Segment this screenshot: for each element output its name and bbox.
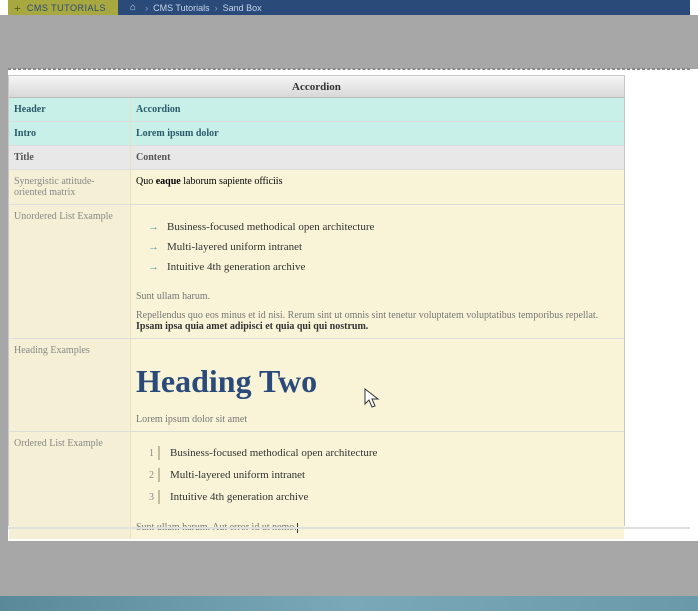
cell-intro-value: Lorem ipsum dolor [131, 122, 624, 145]
plus-icon[interactable]: + [14, 2, 21, 14]
row-content[interactable]: 1Business-focused methodical open archit… [131, 432, 624, 539]
unordered-list: Business-focused methodical open archite… [136, 211, 619, 283]
row-content: Quo eaque laborum sapiente officiis [131, 170, 624, 204]
ordered-list: 1Business-focused methodical open archit… [136, 438, 619, 512]
tab-cms-tutorials[interactable]: + CMS TUTORIALS [8, 0, 118, 15]
list-item: 3Intuitive 4th generation archive [140, 486, 619, 508]
home-icon[interactable]: ⌂ [130, 2, 136, 13]
table-row: Synergistic attitude-oriented matrix Quo… [9, 170, 624, 205]
table-row: Unordered List Example Business-focused … [9, 205, 624, 339]
background-image-strip [0, 596, 698, 611]
tab-label: CMS TUTORIALS [27, 3, 106, 13]
list-item: Business-focused methodical open archite… [148, 217, 619, 237]
paragraph: Repellendus quo eos minus et id nisi. Re… [136, 310, 619, 332]
crumb-cms-tutorials[interactable]: CMS Tutorials [153, 3, 210, 13]
paragraph: Lorem ipsum dolor sit amet [136, 414, 619, 425]
list-item: Intuitive 4th generation archive [148, 257, 619, 277]
crumb-sep: › [215, 3, 218, 13]
row-content: Business-focused methodical open archite… [131, 205, 624, 338]
divider [8, 68, 690, 70]
panel-title: Accordion [9, 76, 624, 98]
accordion-panel: Accordion Header Accordion Intro Lorem i… [8, 75, 625, 526]
crumb-sep: › [145, 3, 148, 13]
breadcrumb: ⌂ › CMS Tutorials › Sand Box [118, 0, 690, 15]
cell-header-value: Accordion [131, 98, 624, 121]
list-item: 2Multi-layered uniform intranet [140, 464, 619, 486]
table-row: Ordered List Example 1Business-focused m… [9, 432, 624, 539]
accordion-header-row[interactable]: Header Accordion [9, 98, 624, 122]
accordion-intro-row[interactable]: Intro Lorem ipsum dolor [9, 122, 624, 146]
cell-header-label: Header [9, 98, 131, 121]
row-title: Unordered List Example [9, 205, 131, 338]
window-chrome-top [0, 15, 698, 69]
window-chrome-left [0, 15, 8, 611]
list-item: Multi-layered uniform intranet [148, 237, 619, 257]
divider [8, 527, 690, 529]
row-title: Synergistic attitude-oriented matrix [9, 170, 131, 204]
cell-intro-label: Intro [9, 122, 131, 145]
row-title: Ordered List Example [9, 432, 131, 539]
top-bar: + CMS TUTORIALS ⌂ › CMS Tutorials › Sand… [8, 0, 690, 15]
list-item: 1Business-focused methodical open archit… [140, 442, 619, 464]
col-content: Content [131, 146, 624, 169]
row-title: Heading Examples [9, 339, 131, 431]
paragraph: Sunt ullam harum. [136, 291, 619, 302]
crumb-sand-box[interactable]: Sand Box [223, 3, 262, 13]
row-content: Heading Two Lorem ipsum dolor sit amet [131, 339, 624, 431]
heading-two: Heading Two [136, 345, 619, 406]
table-row: Heading Examples Heading Two Lorem ipsum… [9, 339, 624, 432]
col-title: Title [9, 146, 131, 169]
table-subheader-row: Title Content [9, 146, 624, 170]
